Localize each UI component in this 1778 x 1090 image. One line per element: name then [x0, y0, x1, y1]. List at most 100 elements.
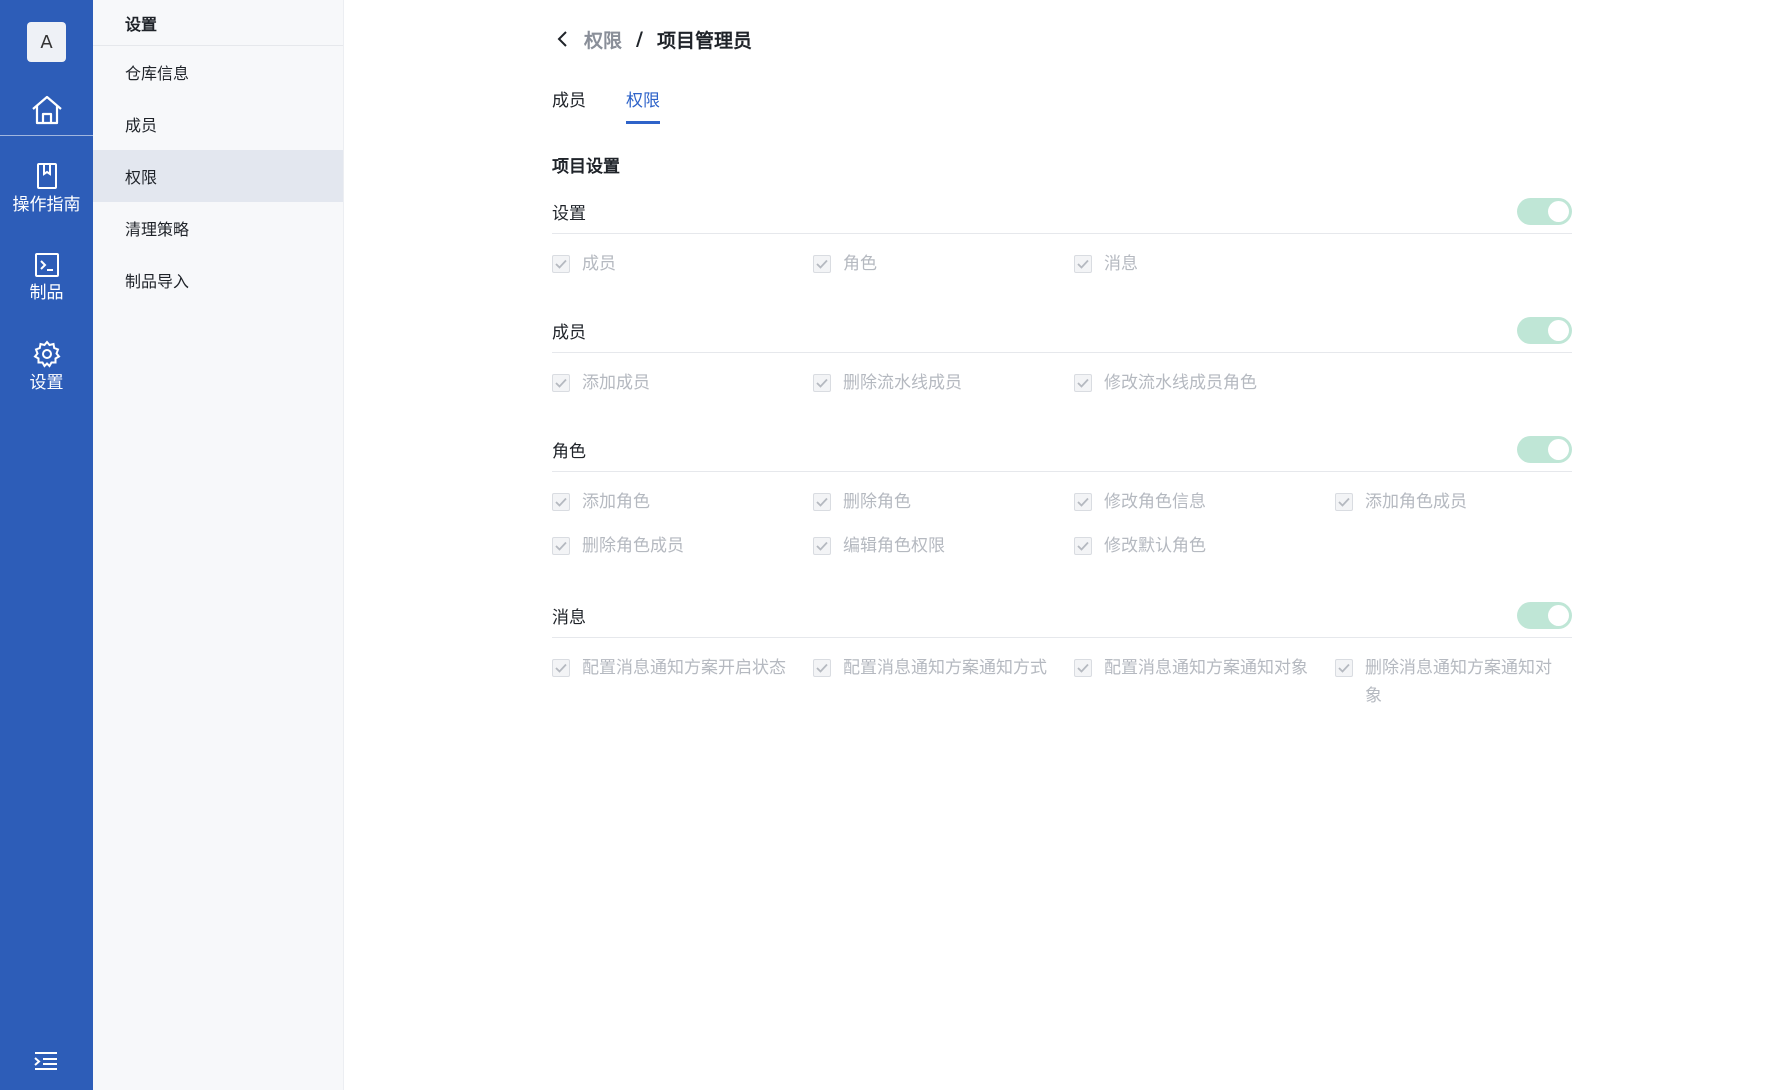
permission-checkbox[interactable]: 删除角色成员 — [552, 532, 813, 560]
sidebar-item-members[interactable]: 成员 — [93, 98, 343, 150]
permission-checkbox[interactable]: 消息 — [1074, 250, 1335, 278]
rail-item-label: 设置 — [29, 373, 64, 393]
checkbox-checked[interactable] — [552, 659, 570, 677]
sidebar-item-permissions[interactable]: 权限 — [93, 150, 343, 202]
permission-checkbox[interactable]: 添加成员 — [552, 369, 813, 397]
checkbox-checked[interactable] — [813, 493, 831, 511]
permission-label: 配置消息通知方案开启状态 — [582, 658, 786, 678]
group-toggle[interactable] — [1517, 602, 1572, 629]
tab-permissions[interactable]: 权限 — [626, 86, 660, 124]
group-toggle[interactable] — [1517, 436, 1572, 463]
tab-members[interactable]: 成员 — [552, 86, 586, 124]
permission-label: 成员 — [582, 254, 616, 274]
permission-list: 配置消息通知方案开启状态 配置消息通知方案通知方式 配置消息通知方案通知对象 删除消息… — [552, 638, 1572, 710]
permission-group-header: 角色 — [552, 428, 1572, 472]
permission-checkbox[interactable]: 修改角色信息 — [1074, 488, 1335, 516]
group-toggle[interactable] — [1517, 317, 1572, 344]
terminal-icon — [34, 253, 59, 277]
permission-checkbox[interactable]: 添加角色成员 — [1335, 488, 1572, 516]
permission-label: 删除消息通知方案通知对象 — [1365, 658, 1552, 706]
permission-checkbox[interactable]: 配置消息通知方案通知对象 — [1074, 654, 1335, 710]
checkbox-checked[interactable] — [1074, 493, 1092, 511]
permission-label: 配置消息通知方案通知对象 — [1104, 658, 1308, 678]
checkmark-icon — [555, 378, 567, 388]
permission-group-header: 设置 — [552, 190, 1572, 234]
toggle-knob — [1548, 439, 1569, 460]
rail-item-guide[interactable]: 操作指南 — [0, 162, 93, 216]
permission-group-header: 成员 — [552, 309, 1572, 353]
sidebar-item-cleanup-policy[interactable]: 清理策略 — [93, 202, 343, 254]
checkmark-icon — [1077, 541, 1089, 551]
checkmark-icon — [555, 663, 567, 673]
permission-list: 添加角色 删除角色 修改角色信息 添加角色成员删除角色成员 编辑角色权限 修改默认角色 — [552, 472, 1572, 560]
checkbox-checked[interactable] — [552, 493, 570, 511]
checkbox-checked[interactable] — [1335, 493, 1353, 511]
sidebar-title: 设置 — [93, 0, 343, 46]
breadcrumb-parent[interactable]: 权限 — [584, 26, 622, 53]
permission-label: 删除角色 — [843, 492, 911, 512]
toggle-knob — [1548, 605, 1569, 626]
checkmark-icon — [1077, 259, 1089, 269]
permission-label: 删除角色成员 — [582, 536, 684, 556]
permission-checkbox[interactable]: 添加角色 — [552, 488, 813, 516]
checkmark-icon — [555, 259, 567, 269]
rail-item-artifacts[interactable]: 制品 — [0, 252, 93, 304]
checkbox-checked[interactable] — [813, 537, 831, 555]
avatar[interactable]: A — [27, 22, 66, 62]
permission-label: 修改角色信息 — [1104, 492, 1206, 512]
permission-label: 消息 — [1104, 254, 1138, 274]
checkbox-checked[interactable] — [1335, 659, 1353, 677]
checkbox-checked[interactable] — [813, 255, 831, 273]
rail-item-label: 制品 — [29, 283, 64, 303]
checkbox-checked[interactable] — [813, 374, 831, 392]
checkbox-checked[interactable] — [1074, 374, 1092, 392]
permission-group: 成员添加成员 删除流水线成员 修改流水线成员角色 — [552, 309, 1572, 397]
group-toggle[interactable] — [1517, 198, 1572, 225]
checkmark-icon — [1077, 497, 1089, 507]
permission-checkbox[interactable]: 删除角色 — [813, 488, 1074, 516]
checkmark-icon — [555, 497, 567, 507]
toggle-knob — [1548, 201, 1569, 222]
permission-group-name: 成员 — [552, 323, 586, 343]
permission-checkbox[interactable]: 删除流水线成员 — [813, 369, 1074, 397]
permission-label: 添加角色 — [582, 492, 650, 512]
sidebar-item-repo-info[interactable]: 仓库信息 — [93, 46, 343, 98]
checkmark-icon — [816, 378, 828, 388]
permission-list: 成员 角色 消息 — [552, 234, 1572, 278]
permission-checkbox[interactable]: 角色 — [813, 250, 1074, 278]
permission-label: 配置消息通知方案通知方式 — [843, 658, 1047, 678]
permission-label: 添加成员 — [582, 373, 650, 393]
permission-checkbox[interactable]: 成员 — [552, 250, 813, 278]
collapse-menu-button[interactable] — [33, 1050, 59, 1076]
checkbox-checked[interactable] — [1074, 659, 1092, 677]
permission-label: 删除流水线成员 — [843, 373, 962, 393]
permission-checkbox[interactable]: 修改流水线成员角色 — [1074, 369, 1335, 397]
chevron-left-icon[interactable] — [552, 28, 574, 50]
checkbox-checked[interactable] — [813, 659, 831, 677]
permission-label: 角色 — [843, 254, 877, 274]
book-icon — [36, 163, 57, 189]
checkmark-icon — [555, 541, 567, 551]
menu-collapse-icon — [34, 1052, 57, 1070]
nav-rail: A 操作指南 制品 设置 — [0, 0, 93, 1090]
permission-checkbox[interactable]: 修改默认角色 — [1074, 532, 1335, 560]
gear-icon — [32, 340, 61, 368]
checkmark-icon — [816, 541, 828, 551]
checkmark-icon — [1338, 497, 1350, 507]
checkbox-checked[interactable] — [1074, 255, 1092, 273]
permission-checkbox[interactable]: 删除消息通知方案通知对象 — [1335, 654, 1572, 710]
permission-checkbox[interactable]: 编辑角色权限 — [813, 532, 1074, 560]
checkbox-checked[interactable] — [552, 374, 570, 392]
rail-item-settings[interactable]: 设置 — [0, 340, 93, 394]
home-button[interactable] — [0, 84, 93, 136]
sidebar-item-artifact-import[interactable]: 制品导入 — [93, 254, 343, 306]
checkbox-checked[interactable] — [552, 537, 570, 555]
checkmark-icon — [816, 663, 828, 673]
permission-checkbox[interactable]: 配置消息通知方案通知方式 — [813, 654, 1074, 710]
breadcrumb: 权限 / 项目管理员 — [552, 24, 752, 54]
checkbox-checked[interactable] — [552, 255, 570, 273]
checkbox-checked[interactable] — [1074, 537, 1092, 555]
permission-checkbox[interactable]: 配置消息通知方案开启状态 — [552, 654, 813, 710]
checkmark-icon — [1077, 663, 1089, 673]
permission-list: 添加成员 删除流水线成员 修改流水线成员角色 — [552, 353, 1572, 397]
